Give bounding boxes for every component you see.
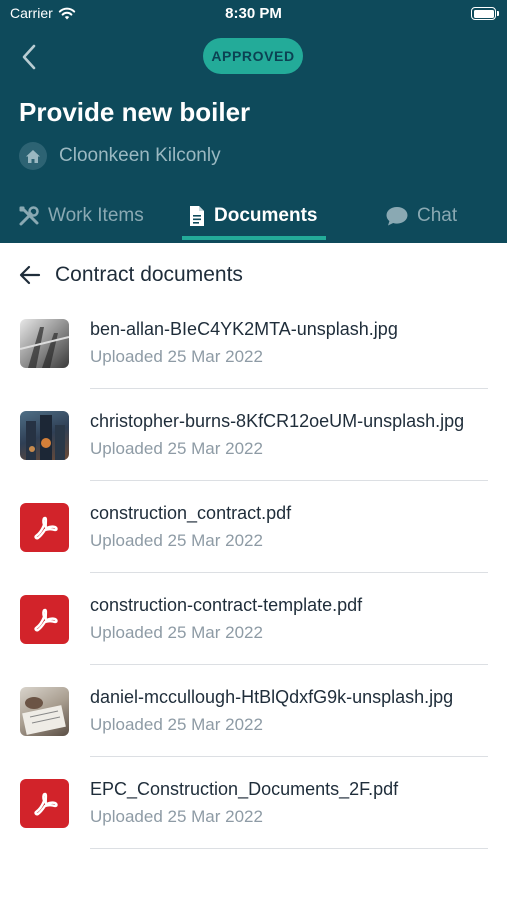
document-list: ben-allan-BIeC4YK2MTA-unsplash.jpg Uploa… <box>0 297 507 849</box>
chevron-left-icon <box>22 44 36 70</box>
document-row[interactable]: construction-contract-template.pdf Uploa… <box>0 573 507 665</box>
document-date: Uploaded 25 Mar 2022 <box>90 531 263 550</box>
pdf-icon <box>20 779 69 828</box>
document-date: Uploaded 25 Mar 2022 <box>90 715 263 734</box>
clock: 8:30 PM <box>225 5 282 22</box>
location-label: Cloonkeen Kilconly <box>59 145 221 166</box>
document-name: christopher-burns-8KfCR12oeUM-unsplash.j… <box>90 411 465 431</box>
tab-chat[interactable]: Chat <box>385 188 457 243</box>
app-header: Carrier 8:30 PM APPROVED Provide new boi… <box>0 0 507 243</box>
document-date: Uploaded 25 Mar 2022 <box>90 439 263 458</box>
status-badge: APPROVED <box>203 38 303 74</box>
document-row[interactable]: construction_contract.pdf Uploaded 25 Ma… <box>0 481 507 573</box>
tab-chat-label: Chat <box>417 204 458 226</box>
image-thumbnail <box>20 687 69 736</box>
pdf-icon <box>20 595 69 644</box>
pdf-icon <box>20 503 69 552</box>
divider <box>90 848 488 849</box>
document-name: EPC_Construction_Documents_2F.pdf <box>90 779 399 799</box>
back-button[interactable] <box>14 40 44 74</box>
tab-documents-label: Documents <box>214 204 318 226</box>
document-name: construction-contract-template.pdf <box>90 595 363 615</box>
document-row[interactable]: ben-allan-BIeC4YK2MTA-unsplash.jpg Uploa… <box>0 297 507 389</box>
location: Cloonkeen Kilconly <box>19 142 221 170</box>
tab-bar: Work Items Documents Chat <box>0 188 507 243</box>
document-date: Uploaded 25 Mar 2022 <box>90 623 263 642</box>
section-title: Contract documents <box>55 263 243 286</box>
battery-icon <box>471 7 499 20</box>
document-name: ben-allan-BIeC4YK2MTA-unsplash.jpg <box>90 319 398 339</box>
document-name: construction_contract.pdf <box>90 503 292 523</box>
document-icon <box>190 205 204 226</box>
tab-work-items[interactable]: Work Items <box>18 188 144 243</box>
document-date: Uploaded 25 Mar 2022 <box>90 807 263 826</box>
section-header: Contract documents <box>19 263 243 287</box>
chat-icon <box>386 206 408 225</box>
tab-work-items-label: Work Items <box>48 204 144 226</box>
status-bar: Carrier 8:30 PM <box>0 0 507 28</box>
image-thumbnail <box>20 319 69 368</box>
document-row[interactable]: EPC_Construction_Documents_2F.pdf Upload… <box>0 757 507 849</box>
arrow-left-icon[interactable] <box>19 265 41 285</box>
document-row[interactable]: christopher-burns-8KfCR12oeUM-unsplash.j… <box>0 389 507 481</box>
document-row[interactable]: daniel-mccullough-HtBlQdxfG9k-unsplash.j… <box>0 665 507 757</box>
home-icon <box>19 142 47 170</box>
document-date: Uploaded 25 Mar 2022 <box>90 347 263 366</box>
active-tab-indicator <box>182 236 326 240</box>
tab-documents[interactable]: Documents <box>188 188 317 243</box>
image-thumbnail <box>20 411 69 460</box>
page-title: Provide new boiler <box>19 97 251 127</box>
tools-icon <box>19 205 39 225</box>
document-name: daniel-mccullough-HtBlQdxfG9k-unsplash.j… <box>90 687 454 707</box>
